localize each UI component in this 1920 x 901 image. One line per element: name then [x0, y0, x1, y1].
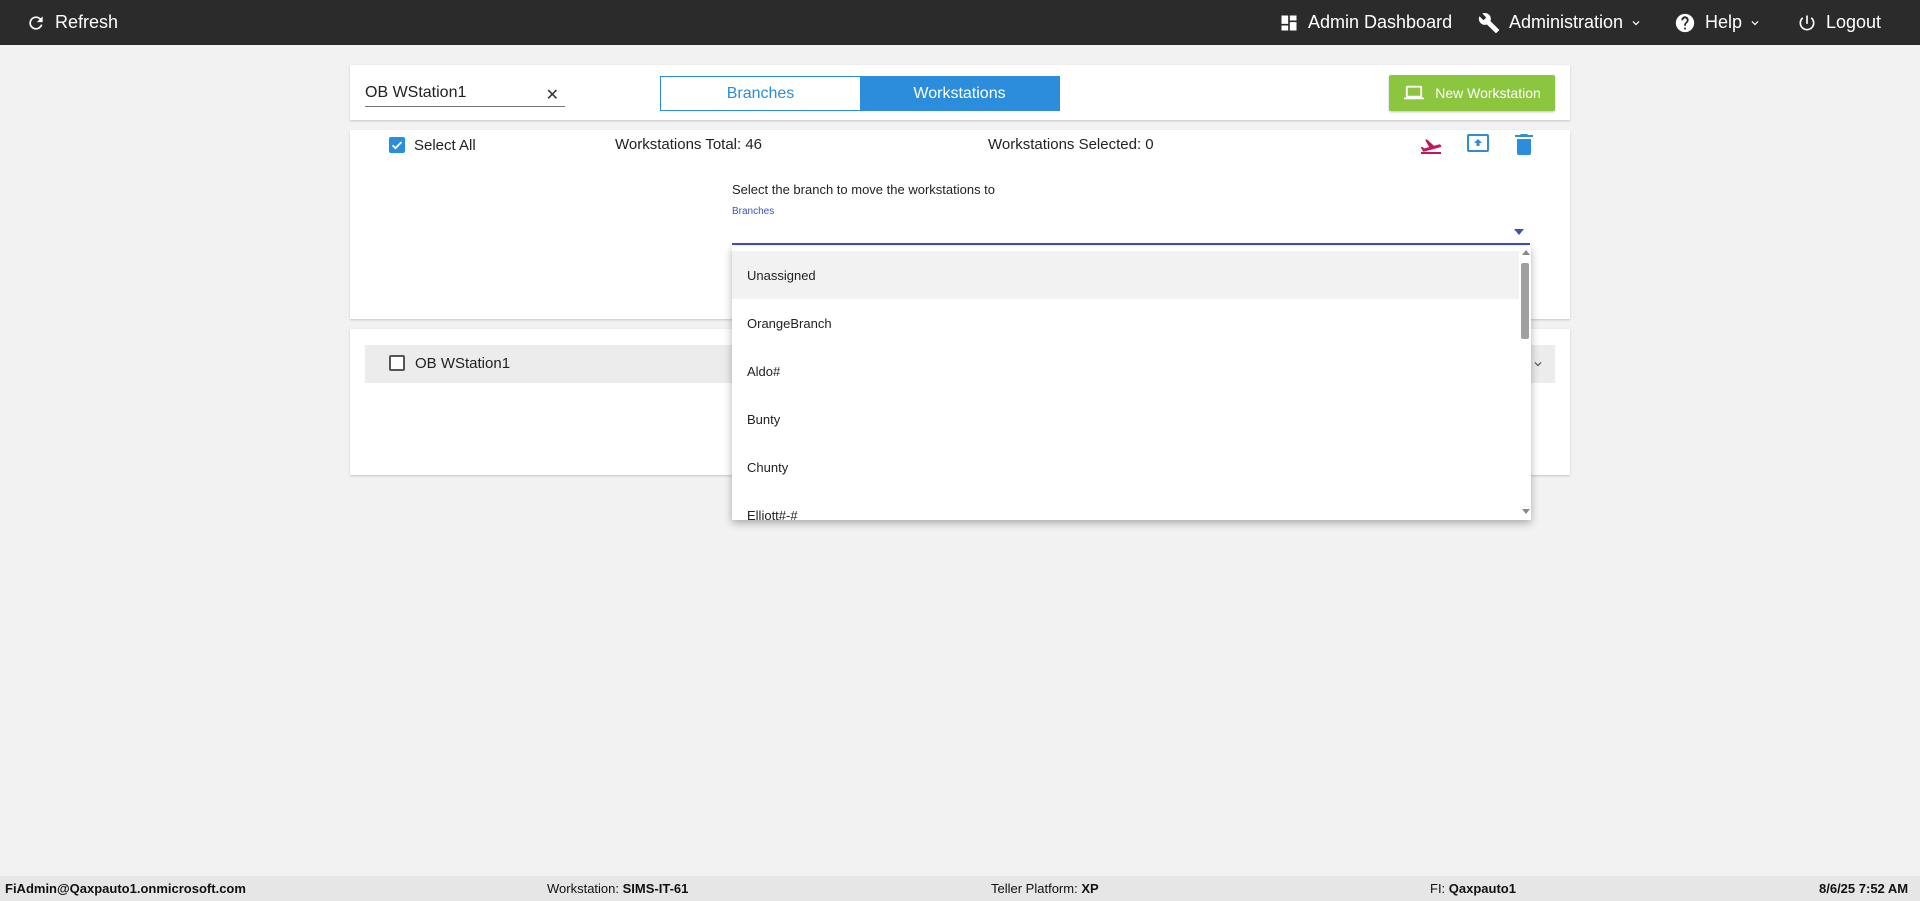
- admin-dashboard-label: Admin Dashboard: [1308, 12, 1453, 32]
- row-checkbox[interactable]: [389, 355, 405, 371]
- footer-platform: Teller Platform: XP: [991, 881, 1099, 896]
- branches-dropdown-menu: Unassigned OrangeBranch Aldo# Bunty Chun…: [732, 246, 1531, 520]
- search-input[interactable]: [365, 81, 535, 105]
- laptop-icon: [1404, 85, 1425, 100]
- chevron-down-icon: [1632, 20, 1640, 25]
- option-bunty[interactable]: Bunty: [732, 395, 1519, 443]
- dashboard-icon: [1281, 15, 1297, 30]
- help-menu[interactable]: Help: [1674, 0, 1762, 45]
- footer-fi: FI: Qaxpauto1: [1430, 881, 1516, 896]
- delete-icon[interactable]: [1515, 133, 1533, 155]
- row-label: OB WStation1: [415, 355, 511, 372]
- scroll-up-icon[interactable]: [1522, 250, 1530, 255]
- dropdown-arrow-icon: [1514, 229, 1524, 235]
- move-icon[interactable]: [1419, 133, 1443, 155]
- expand-chevron-icon[interactable]: [1531, 357, 1545, 371]
- clear-search-icon[interactable]: ✕: [546, 85, 559, 105]
- workstations-selected: Workstations Selected: 0: [988, 136, 1154, 153]
- chevron-down-icon: [1751, 20, 1759, 25]
- option-unassigned[interactable]: Unassigned: [732, 251, 1519, 299]
- status-footer: FiAdmin@Qaxpauto1.onmicrosoft.com Workst…: [0, 876, 1920, 901]
- new-workstation-label: New Workstation: [1435, 85, 1541, 101]
- tab-workstations[interactable]: Workstations: [860, 77, 1059, 110]
- power-icon: [1799, 15, 1815, 30]
- help-label: Help: [1705, 12, 1743, 32]
- wrench-icon: [1478, 12, 1500, 33]
- dropdown-scrollbar[interactable]: [1519, 246, 1531, 520]
- logout-button[interactable]: Logout: [1797, 0, 1881, 45]
- admin-dashboard-button[interactable]: Admin Dashboard: [1279, 0, 1452, 45]
- scroll-down-icon[interactable]: [1522, 509, 1530, 514]
- branches-field-label: Branches: [732, 206, 775, 217]
- checkmark-icon: [391, 141, 403, 150]
- top-navigation-bar: Refresh Admin Dashboard Administration H…: [0, 0, 1920, 45]
- refresh-button[interactable]: Refresh: [26, 0, 118, 45]
- logout-label: Logout: [1826, 12, 1882, 32]
- help-icon: [1675, 13, 1695, 32]
- footer-datetime: 8/6/25 7:52 AM: [1819, 881, 1909, 896]
- move-instruction: Select the branch to move the workstatio…: [732, 182, 996, 197]
- search-field: ✕: [365, 81, 565, 107]
- select-all-checkbox[interactable]: [389, 137, 405, 153]
- select-all-label: Select All: [414, 137, 476, 154]
- administration-label: Administration: [1509, 12, 1624, 32]
- branches-select[interactable]: [732, 220, 1530, 245]
- option-orangebranch[interactable]: OrangeBranch: [732, 299, 1519, 347]
- refresh-label: Refresh: [55, 12, 119, 32]
- workstations-total: Workstations Total: 46: [615, 136, 763, 153]
- option-elliott[interactable]: Elliott#-#: [732, 491, 1519, 521]
- administration-menu[interactable]: Administration: [1478, 0, 1643, 45]
- refresh-icon: [29, 15, 43, 30]
- option-aldo[interactable]: Aldo#: [732, 347, 1519, 395]
- scroll-thumb[interactable]: [1521, 263, 1529, 339]
- option-chunty[interactable]: Chunty: [732, 443, 1519, 491]
- footer-workstation: Workstation: SIMS-IT-61: [547, 881, 689, 896]
- footer-user: FiAdmin@Qaxpauto1.onmicrosoft.com: [5, 881, 246, 896]
- tab-branches[interactable]: Branches: [661, 77, 860, 110]
- new-workstation-button[interactable]: New Workstation: [1389, 75, 1555, 111]
- view-toggle: Branches Workstations: [660, 76, 1060, 111]
- upload-icon[interactable]: [1467, 134, 1489, 154]
